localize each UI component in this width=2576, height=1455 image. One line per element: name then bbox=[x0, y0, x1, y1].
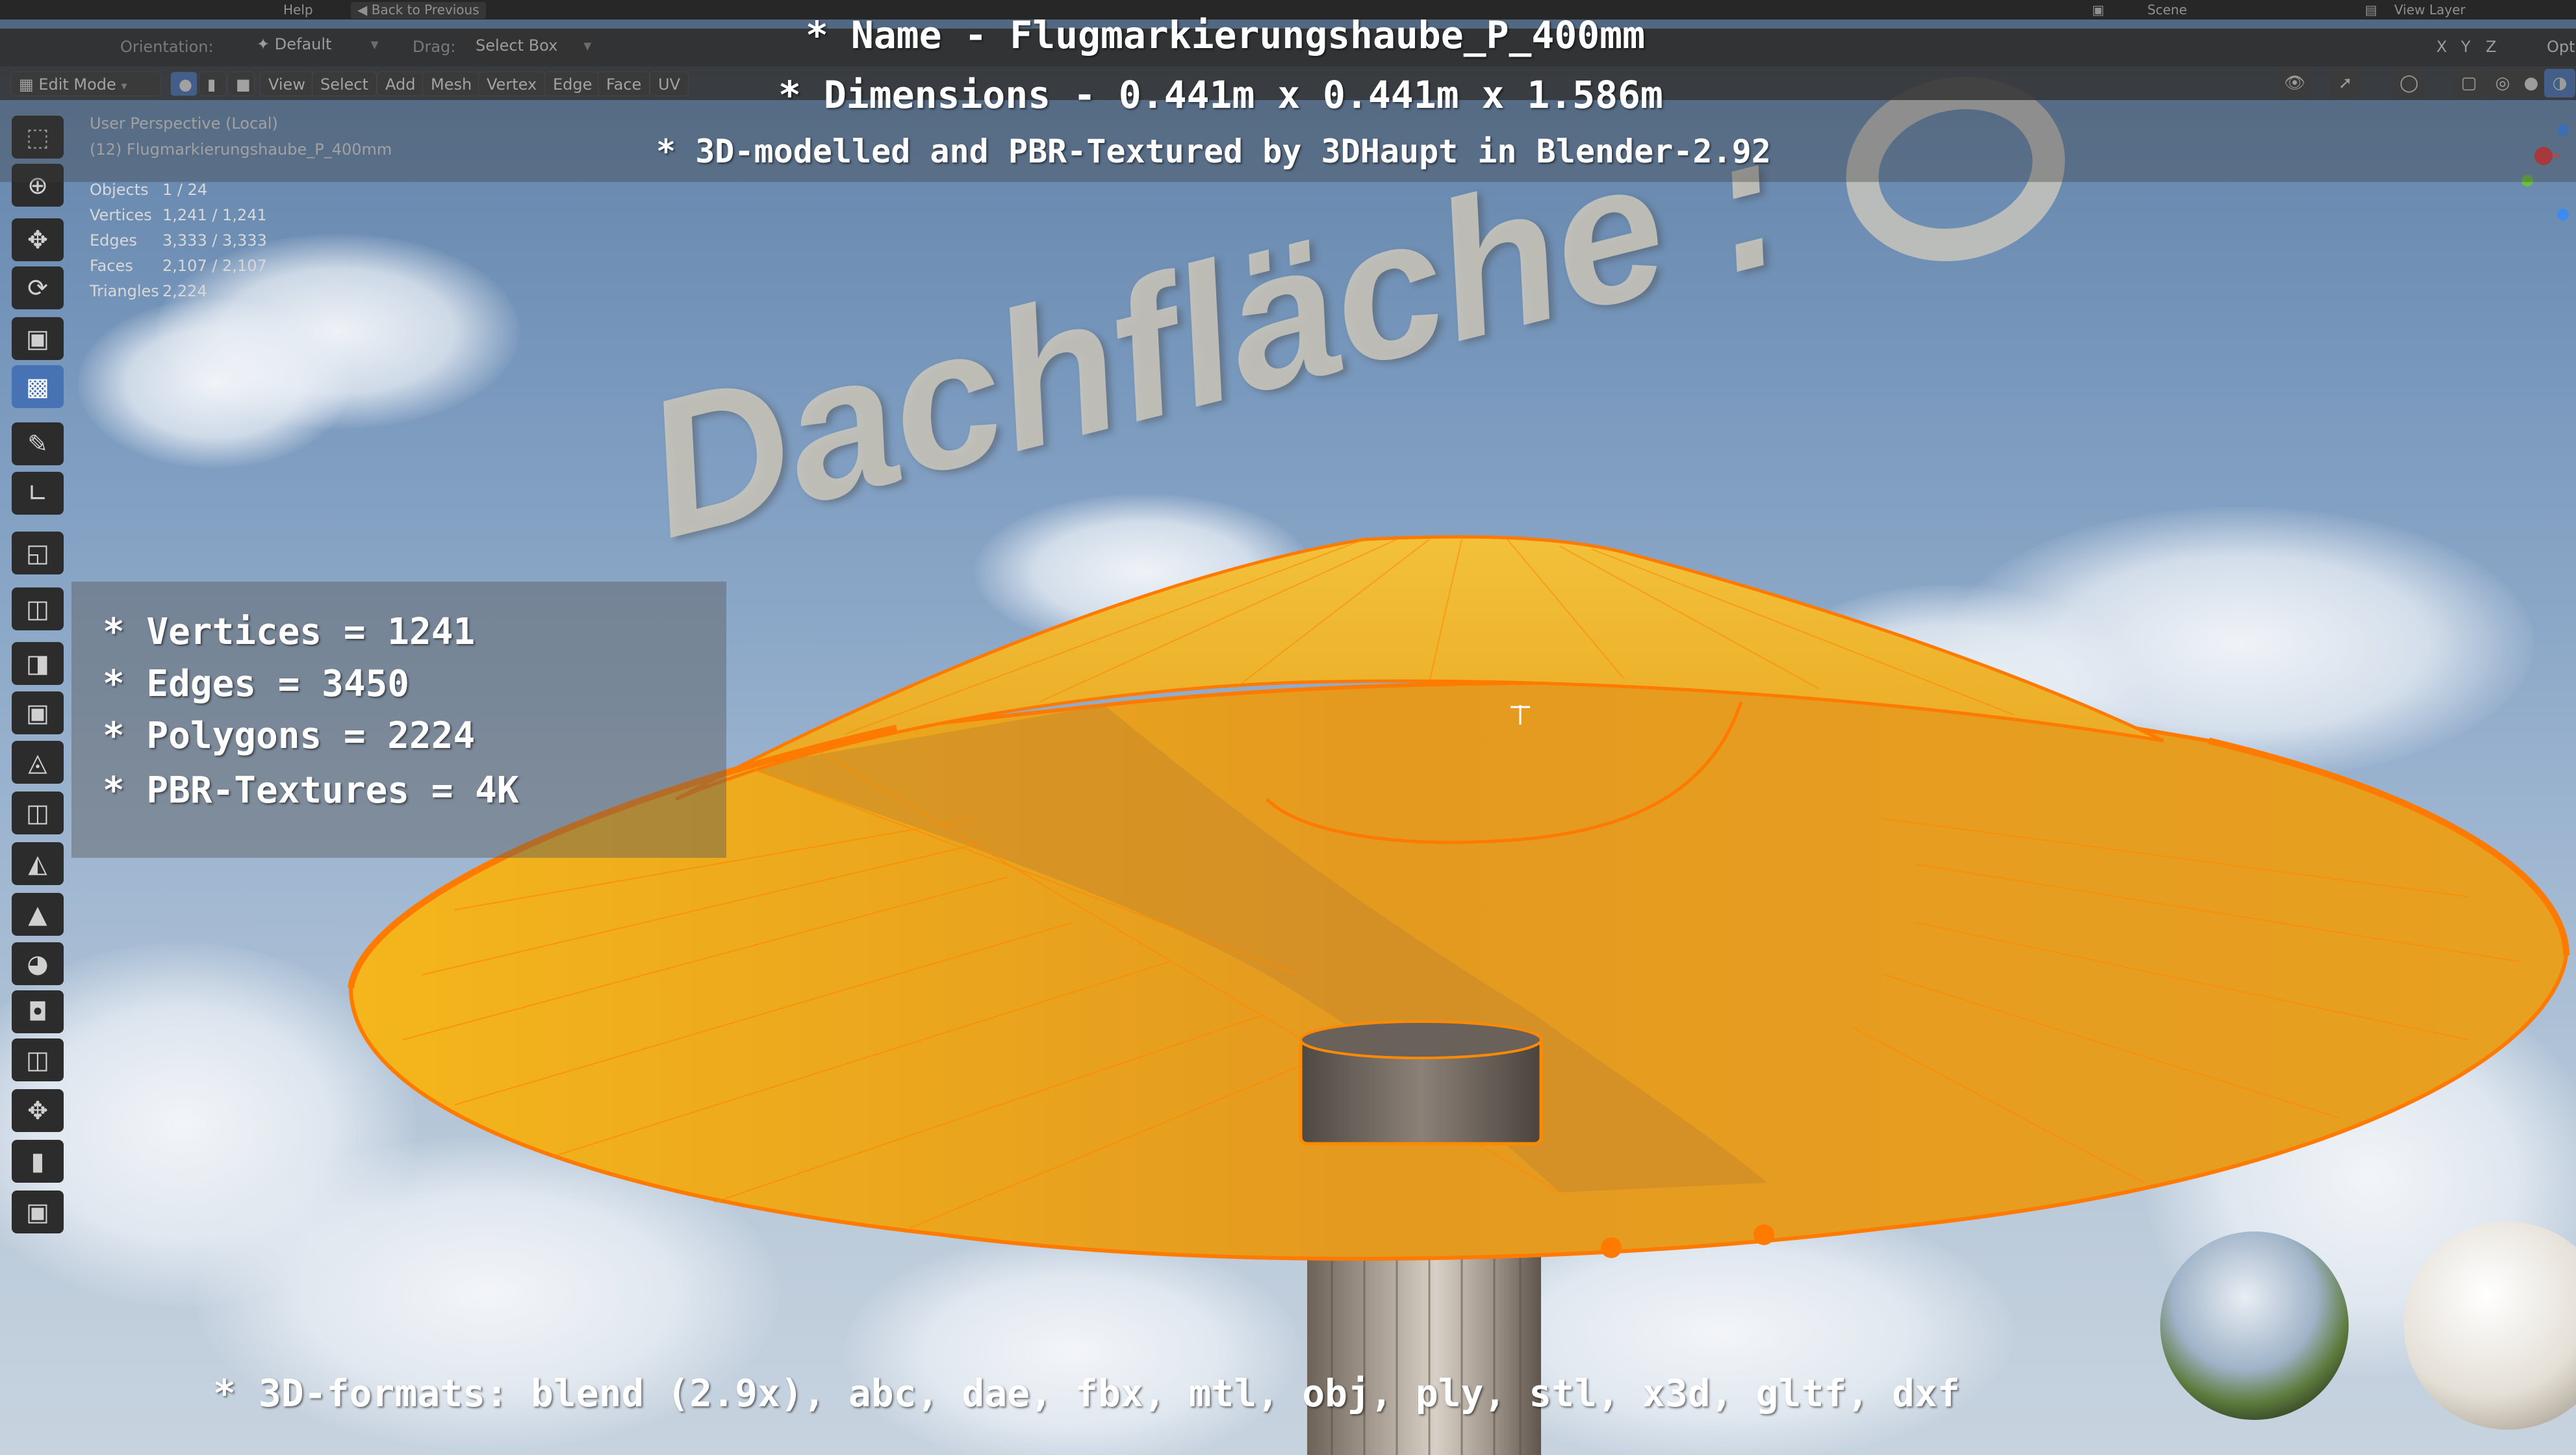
add-cube-icon[interactable]: ◱ bbox=[12, 532, 64, 574]
stat-edges: Edges 3,333 / 3,333 bbox=[90, 231, 267, 250]
smooth-icon[interactable]: ◕ bbox=[12, 942, 64, 985]
left-toolbar: ⬚ ⊕ ✥ ⟳ ▣ ▩ ✎ ∟ ◱ ◫ ◨ ▣ ◬ ◫ ◭ ▲ ◕ ◘ ◫ ✥ … bbox=[12, 116, 66, 1246]
title-line-dimensions: * Dimensions - 0.441m x 0.441m x 1.586m bbox=[778, 73, 1663, 117]
shear-icon[interactable]: ✥ bbox=[12, 1089, 64, 1132]
transform-icon[interactable]: ▩ bbox=[12, 365, 64, 408]
move-icon[interactable]: ✥ bbox=[12, 218, 64, 261]
spec-edges: * Edges = 3450 bbox=[103, 663, 410, 705]
shrink-fatten-icon[interactable]: ◫ bbox=[12, 1038, 64, 1081]
spin-icon[interactable]: ▲ bbox=[12, 893, 64, 936]
measure-icon[interactable]: ∟ bbox=[12, 472, 64, 515]
extrude-icon[interactable]: ◫ bbox=[12, 587, 64, 630]
formats-line: * 3D-formats: blend (2.9x), abc, dae, fb… bbox=[213, 1371, 1960, 1415]
hdri-chrome-sphere bbox=[2160, 1231, 2349, 1420]
scale-icon[interactable]: ▣ bbox=[12, 317, 64, 360]
poly-build-icon[interactable]: ◭ bbox=[12, 842, 64, 885]
title-line-credits: * 3D-modelled and PBR-Textured by 3DHaup… bbox=[656, 133, 1771, 170]
stat-faces: Faces 2,107 / 2,107 bbox=[90, 257, 267, 275]
annotate-icon[interactable]: ✎ bbox=[12, 422, 64, 465]
stat-objects: Objects 1 / 24 bbox=[90, 181, 208, 199]
loop-cut-icon[interactable]: ◬ bbox=[12, 741, 64, 784]
inset-icon[interactable]: ◨ bbox=[12, 642, 64, 685]
title-line-name: * Name - Flugmarkierungshaube_P_400mm bbox=[806, 13, 1646, 57]
spec-polygons: * Polygons = 2224 bbox=[103, 715, 476, 757]
stat-triangles: Triangles 2,224 bbox=[90, 282, 207, 300]
spec-textures: * PBR-Textures = 4K bbox=[103, 769, 519, 812]
edge-slide-icon[interactable]: ◘ bbox=[12, 990, 64, 1033]
rotate-icon[interactable]: ⟳ bbox=[12, 266, 64, 309]
push-pull-icon[interactable]: ▣ bbox=[12, 1191, 64, 1233]
hdri-diffuse-sphere bbox=[2404, 1222, 2576, 1430]
rip-icon[interactable]: ▮ bbox=[12, 1140, 64, 1183]
knife-icon[interactable]: ◫ bbox=[12, 792, 64, 834]
bevel-icon[interactable]: ▣ bbox=[12, 691, 64, 734]
spec-vertices: * Vertices = 1241 bbox=[103, 611, 476, 653]
stat-vertices: Vertices 1,241 / 1,241 bbox=[90, 206, 267, 224]
